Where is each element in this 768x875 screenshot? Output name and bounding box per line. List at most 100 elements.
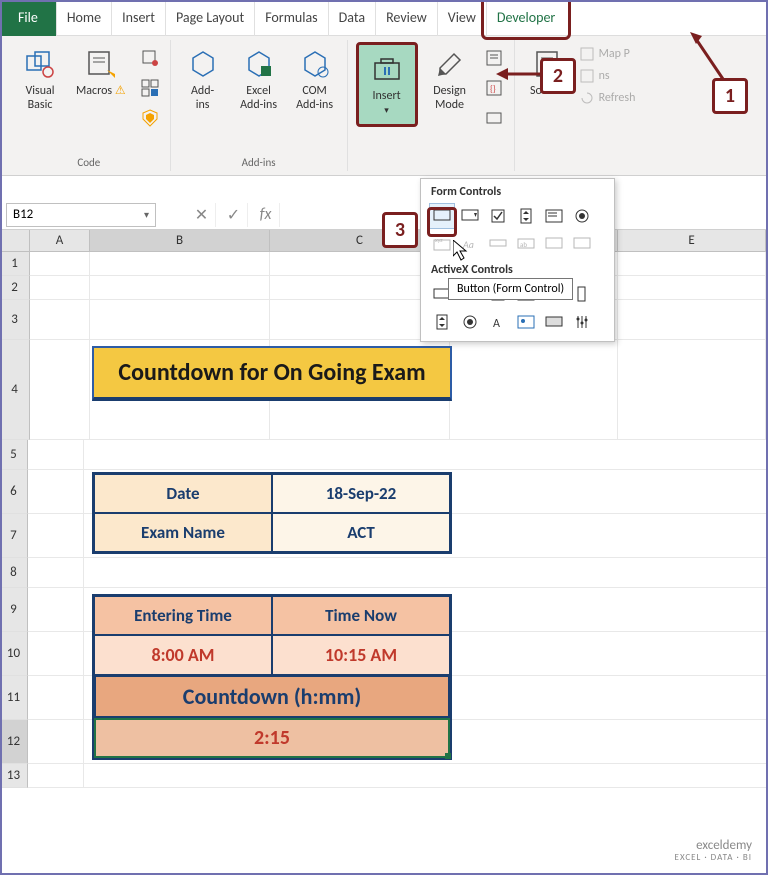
col-header-e[interactable]: E [618, 230, 766, 252]
time-now-label: Time Now [272, 596, 450, 635]
form-option-icon[interactable] [569, 203, 595, 229]
form-combo-icon[interactable] [457, 203, 483, 229]
col-header-a[interactable]: A [30, 230, 90, 252]
excel-addins-icon [241, 46, 277, 82]
form-textfield-icon[interactable]: ab [513, 231, 539, 257]
expansion-packs-button[interactable]: ns [579, 68, 636, 84]
callout-2: 2 [540, 58, 576, 94]
row-header-13[interactable]: 13 [0, 764, 28, 788]
row-header-5[interactable]: 5 [0, 440, 28, 470]
ribbon-tabs: File Home Insert Page Layout Formulas Da… [0, 0, 768, 36]
row-header-12[interactable]: 12 [0, 720, 28, 764]
form-label-icon[interactable]: Aa [457, 231, 483, 257]
toolbox-icon [369, 51, 405, 87]
visual-basic-button[interactable]: Visual Basic [16, 42, 64, 117]
design-mode-icon [432, 46, 468, 82]
ax-more-icon[interactable] [569, 309, 595, 335]
excel-addins-label: Excel Add-ins [240, 84, 277, 113]
design-mode-button[interactable]: Design Mode [426, 42, 474, 117]
title-text: Countdown for On Going Exam [92, 346, 452, 401]
tab-page-layout[interactable]: Page Layout [165, 0, 254, 36]
row-header-3[interactable]: 3 [0, 300, 30, 340]
visual-basic-label: Visual Basic [25, 84, 54, 113]
fx-icon[interactable]: fx [252, 203, 280, 227]
ax-option-icon[interactable] [457, 309, 483, 335]
form-checkbox-icon[interactable] [485, 203, 511, 229]
date-label: Date [94, 474, 272, 513]
col-header-b[interactable]: B [90, 230, 270, 252]
tab-developer[interactable]: Developer [486, 0, 565, 36]
group-addins-label: Add-ins [242, 152, 276, 169]
countdown-label: Countdown (h:mm) [94, 675, 450, 718]
addins-button[interactable]: Add- ins [179, 42, 227, 117]
svg-text:xyz: xyz [435, 237, 443, 244]
countdown-value[interactable]: 2:15 [94, 718, 450, 758]
tab-home[interactable]: Home [56, 0, 111, 36]
row-header-9[interactable]: 9 [0, 588, 28, 632]
refresh-data-button[interactable]: Refresh [579, 90, 636, 106]
tab-data[interactable]: Data [328, 0, 375, 36]
enter-formula-icon[interactable]: ✓ [220, 203, 248, 227]
svg-text:A: A [493, 317, 500, 330]
tab-review[interactable]: Review [375, 0, 437, 36]
group-code: Visual Basic Macros ⚠ Code [8, 40, 171, 171]
ax-image-icon[interactable] [513, 309, 539, 335]
visual-basic-icon [22, 46, 58, 82]
entering-time-value: 8:00 AM [94, 635, 272, 675]
time-now-value: 10:15 AM [272, 635, 450, 675]
tab-formulas[interactable]: Formulas [254, 0, 327, 36]
row-header-4[interactable]: 4 [0, 340, 30, 440]
row-header-2[interactable]: 2 [0, 276, 30, 300]
excel-addins-button[interactable]: Excel Add-ins [235, 42, 283, 117]
name-box[interactable]: B12 ▾ [6, 203, 156, 227]
group-controls: Insert▾ Design Mode {} [348, 40, 514, 171]
record-macro-icon[interactable] [138, 46, 162, 70]
watermark-main: exceldemy [675, 839, 752, 853]
com-addins-button[interactable]: COM Add-ins [291, 42, 339, 117]
tab-developer-label: Developer [497, 9, 555, 26]
row-header-6[interactable]: 6 [0, 470, 28, 514]
svg-text:Aa: Aa [462, 238, 474, 251]
select-all-corner[interactable] [0, 230, 30, 252]
cancel-formula-icon[interactable]: ✕ [188, 203, 216, 227]
map-properties-button[interactable]: Map P [579, 46, 636, 62]
form-controls-label: Form Controls [421, 179, 614, 203]
form-spin-icon[interactable] [513, 203, 539, 229]
ribbon-body: Visual Basic Macros ⚠ Code Add- ins [0, 36, 768, 176]
row-header-11[interactable]: 11 [0, 676, 28, 720]
tab-view[interactable]: View [437, 0, 486, 36]
name-box-dropdown-icon[interactable]: ▾ [144, 208, 149, 221]
macros-icon [83, 46, 119, 82]
form-edit-icon[interactable] [569, 231, 595, 257]
row-header-1[interactable]: 1 [0, 252, 30, 276]
ax-spin-icon[interactable] [429, 309, 455, 335]
ax-toggle-icon[interactable] [541, 309, 567, 335]
svg-text:ab: ab [520, 240, 527, 249]
group-xml-label [578, 152, 581, 169]
date-value: 18-Sep-22 [272, 474, 450, 513]
file-tab[interactable]: File [0, 0, 56, 36]
group-controls-label [429, 152, 432, 169]
form-groupbox-icon[interactable]: xyz [429, 231, 455, 257]
name-box-value: B12 [13, 207, 33, 222]
form-listbox-icon[interactable] [541, 203, 567, 229]
watermark: exceldemy EXCEL · DATA · BI [675, 839, 752, 863]
group-addins: Add- ins Excel Add-ins COM Add-ins Add-i… [171, 40, 348, 171]
xml-small-buttons: Map P ns Refresh [579, 42, 636, 106]
macros-button[interactable]: Macros ⚠ [72, 42, 130, 102]
form-scrollbar-icon[interactable] [485, 231, 511, 257]
ax-label-icon[interactable]: A [485, 309, 511, 335]
form-combo2-icon[interactable] [541, 231, 567, 257]
insert-controls-button[interactable]: Insert▾ [356, 42, 418, 127]
relative-ref-icon[interactable] [138, 76, 162, 100]
row-header-8[interactable]: 8 [0, 558, 28, 588]
macro-security-icon[interactable] [138, 106, 162, 130]
run-dialog-icon[interactable] [482, 106, 506, 130]
row-header-7[interactable]: 7 [0, 514, 28, 558]
form-button-icon[interactable] [429, 203, 455, 229]
tab-insert[interactable]: Insert [111, 0, 165, 36]
entering-time-label: Entering Time [94, 596, 272, 635]
callout-3: 3 [382, 212, 418, 248]
code-small-buttons [138, 42, 162, 130]
row-header-10[interactable]: 10 [0, 632, 28, 676]
